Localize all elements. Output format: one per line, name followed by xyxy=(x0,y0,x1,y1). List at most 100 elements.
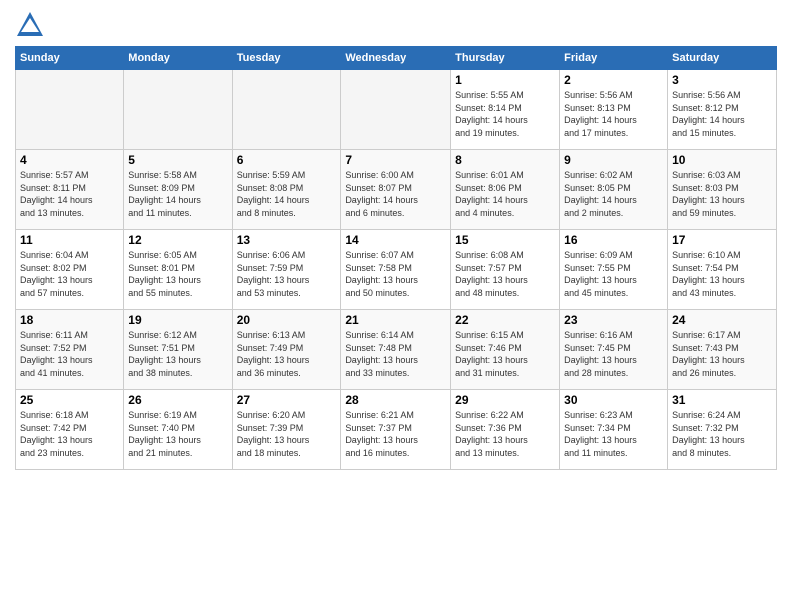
day-info: Sunrise: 6:01 AMSunset: 8:06 PMDaylight:… xyxy=(455,169,555,219)
calendar-cell: 6Sunrise: 5:59 AMSunset: 8:08 PMDaylight… xyxy=(232,150,341,230)
calendar-cell: 19 Sunrise: 6:12 AMSunset: 7:51 PMDayligh… xyxy=(124,310,232,390)
day-info: Sunrise: 6:00 AMSunset: 8:07 PMDaylight:… xyxy=(345,169,446,219)
day-number: 20 xyxy=(237,313,337,327)
day-info: Sunrise: 6:04 AMSunset: 8:02 PMDaylight:… xyxy=(20,249,119,299)
day-info: Sunrise: 6:02 AMSunset: 8:05 PMDaylight:… xyxy=(564,169,663,219)
day-info: Sunrise: 6:03 AMSunset: 8:03 PMDaylight:… xyxy=(672,169,772,219)
day-info: Sunrise: 6:22 AMSunset: 7:36 PMDaylight:… xyxy=(455,409,555,459)
day-number: 24 xyxy=(672,313,772,327)
day-number: 31 xyxy=(672,393,772,407)
day-number: 6 xyxy=(237,153,337,167)
day-info: Sunrise: 6:23 AMSunset: 7:34 PMDaylight:… xyxy=(564,409,663,459)
day-number: 21 xyxy=(345,313,446,327)
day-info: Sunrise: 6:13 AMSunset: 7:49 PMDaylight:… xyxy=(237,329,337,379)
day-number: 14 xyxy=(345,233,446,247)
calendar-cell: 27Sunrise: 6:20 AMSunset: 7:39 PMDayligh… xyxy=(232,390,341,470)
calendar-cell: 28Sunrise: 6:21 AMSunset: 7:37 PMDayligh… xyxy=(341,390,451,470)
day-info: Sunrise: 6:24 AMSunset: 7:32 PMDaylight:… xyxy=(672,409,772,459)
calendar-cell: 31 Sunrise: 6:24 AMSunset: 7:32 PMDayligh… xyxy=(668,390,777,470)
day-number: 8 xyxy=(455,153,555,167)
day-info: Sunrise: 5:57 AMSunset: 8:11 PMDaylight:… xyxy=(20,169,119,219)
day-number: 13 xyxy=(237,233,337,247)
calendar-cell xyxy=(16,70,124,150)
day-info: Sunrise: 6:12 AMSunset: 7:51 PMDaylight:… xyxy=(128,329,227,379)
calendar-cell: 11 Sunrise: 6:04 AMSunset: 8:02 PMDayligh… xyxy=(16,230,124,310)
calendar-cell: 21 Sunrise: 6:14 AMSunset: 7:48 PMDayligh… xyxy=(341,310,451,390)
day-number: 28 xyxy=(345,393,446,407)
calendar-cell: 26 Sunrise: 6:19 AMSunset: 7:40 PMDayligh… xyxy=(124,390,232,470)
day-info: Sunrise: 6:05 AMSunset: 8:01 PMDaylight:… xyxy=(128,249,227,299)
day-number: 30 xyxy=(564,393,663,407)
calendar-cell: 4 Sunrise: 5:57 AMSunset: 8:11 PMDaylight… xyxy=(16,150,124,230)
day-info: Sunrise: 5:55 AMSunset: 8:14 PMDaylight:… xyxy=(455,89,555,139)
calendar: SundayMondayTuesdayWednesdayThursdayFrid… xyxy=(15,46,777,470)
calendar-cell: 30 Sunrise: 6:23 AMSunset: 7:34 PMDayligh… xyxy=(560,390,668,470)
header xyxy=(15,10,777,40)
calendar-header: SundayMondayTuesdayWednesdayThursdayFrid… xyxy=(16,47,777,70)
header-cell-tuesday: Tuesday xyxy=(232,47,341,70)
logo xyxy=(15,10,49,40)
calendar-cell: 20 Sunrise: 6:13 AMSunset: 7:49 PMDayligh… xyxy=(232,310,341,390)
day-info: Sunrise: 6:07 AMSunset: 7:58 PMDaylight:… xyxy=(345,249,446,299)
day-number: 19 xyxy=(128,313,227,327)
day-number: 16 xyxy=(564,233,663,247)
day-info: Sunrise: 6:19 AMSunset: 7:40 PMDaylight:… xyxy=(128,409,227,459)
week-row-3: 11 Sunrise: 6:04 AMSunset: 8:02 PMDayligh… xyxy=(16,230,777,310)
calendar-cell: 9 Sunrise: 6:02 AMSunset: 8:05 PMDaylight… xyxy=(560,150,668,230)
day-info: Sunrise: 6:08 AMSunset: 7:57 PMDaylight:… xyxy=(455,249,555,299)
calendar-cell: 29Sunrise: 6:22 AMSunset: 7:36 PMDayligh… xyxy=(451,390,560,470)
day-number: 5 xyxy=(128,153,227,167)
day-info: Sunrise: 6:18 AMSunset: 7:42 PMDaylight:… xyxy=(20,409,119,459)
day-number: 15 xyxy=(455,233,555,247)
calendar-cell: 1 Sunrise: 5:55 AMSunset: 8:14 PMDaylight… xyxy=(451,70,560,150)
week-row-5: 25 Sunrise: 6:18 AMSunset: 7:42 PMDayligh… xyxy=(16,390,777,470)
day-number: 23 xyxy=(564,313,663,327)
page: SundayMondayTuesdayWednesdayThursdayFrid… xyxy=(0,0,792,612)
calendar-cell: 24 Sunrise: 6:17 AMSunset: 7:43 PMDayligh… xyxy=(668,310,777,390)
week-row-4: 18 Sunrise: 6:11 AMSunset: 7:52 PMDayligh… xyxy=(16,310,777,390)
calendar-cell: 18 Sunrise: 6:11 AMSunset: 7:52 PMDayligh… xyxy=(16,310,124,390)
calendar-cell xyxy=(341,70,451,150)
week-row-2: 4 Sunrise: 5:57 AMSunset: 8:11 PMDaylight… xyxy=(16,150,777,230)
day-number: 9 xyxy=(564,153,663,167)
header-cell-friday: Friday xyxy=(560,47,668,70)
calendar-cell: 23 Sunrise: 6:16 AMSunset: 7:45 PMDayligh… xyxy=(560,310,668,390)
day-info: Sunrise: 6:16 AMSunset: 7:45 PMDaylight:… xyxy=(564,329,663,379)
day-info: Sunrise: 6:09 AMSunset: 7:55 PMDaylight:… xyxy=(564,249,663,299)
day-info: Sunrise: 6:14 AMSunset: 7:48 PMDaylight:… xyxy=(345,329,446,379)
calendar-cell: 3 Sunrise: 5:56 AMSunset: 8:12 PMDaylight… xyxy=(668,70,777,150)
day-info: Sunrise: 6:17 AMSunset: 7:43 PMDaylight:… xyxy=(672,329,772,379)
header-cell-monday: Monday xyxy=(124,47,232,70)
day-number: 18 xyxy=(20,313,119,327)
header-row: SundayMondayTuesdayWednesdayThursdayFrid… xyxy=(16,47,777,70)
day-info: Sunrise: 5:56 AMSunset: 8:12 PMDaylight:… xyxy=(672,89,772,139)
day-number: 7 xyxy=(345,153,446,167)
calendar-cell: 22Sunrise: 6:15 AMSunset: 7:46 PMDayligh… xyxy=(451,310,560,390)
day-info: Sunrise: 6:06 AMSunset: 7:59 PMDaylight:… xyxy=(237,249,337,299)
day-info: Sunrise: 6:10 AMSunset: 7:54 PMDaylight:… xyxy=(672,249,772,299)
day-info: Sunrise: 5:56 AMSunset: 8:13 PMDaylight:… xyxy=(564,89,663,139)
day-number: 26 xyxy=(128,393,227,407)
day-number: 25 xyxy=(20,393,119,407)
day-info: Sunrise: 6:11 AMSunset: 7:52 PMDaylight:… xyxy=(20,329,119,379)
logo-icon xyxy=(15,10,45,40)
day-number: 1 xyxy=(455,73,555,87)
day-number: 11 xyxy=(20,233,119,247)
calendar-cell: 5 Sunrise: 5:58 AMSunset: 8:09 PMDaylight… xyxy=(124,150,232,230)
calendar-cell: 14 Sunrise: 6:07 AMSunset: 7:58 PMDayligh… xyxy=(341,230,451,310)
day-info: Sunrise: 5:58 AMSunset: 8:09 PMDaylight:… xyxy=(128,169,227,219)
calendar-cell: 17 Sunrise: 6:10 AMSunset: 7:54 PMDayligh… xyxy=(668,230,777,310)
day-number: 27 xyxy=(237,393,337,407)
day-number: 12 xyxy=(128,233,227,247)
day-number: 2 xyxy=(564,73,663,87)
calendar-cell: 25 Sunrise: 6:18 AMSunset: 7:42 PMDayligh… xyxy=(16,390,124,470)
header-cell-saturday: Saturday xyxy=(668,47,777,70)
calendar-cell: 15 Sunrise: 6:08 AMSunset: 7:57 PMDayligh… xyxy=(451,230,560,310)
day-number: 4 xyxy=(20,153,119,167)
calendar-body: 1 Sunrise: 5:55 AMSunset: 8:14 PMDaylight… xyxy=(16,70,777,470)
calendar-cell xyxy=(232,70,341,150)
calendar-cell: 13 Sunrise: 6:06 AMSunset: 7:59 PMDayligh… xyxy=(232,230,341,310)
header-cell-thursday: Thursday xyxy=(451,47,560,70)
day-number: 3 xyxy=(672,73,772,87)
day-number: 17 xyxy=(672,233,772,247)
